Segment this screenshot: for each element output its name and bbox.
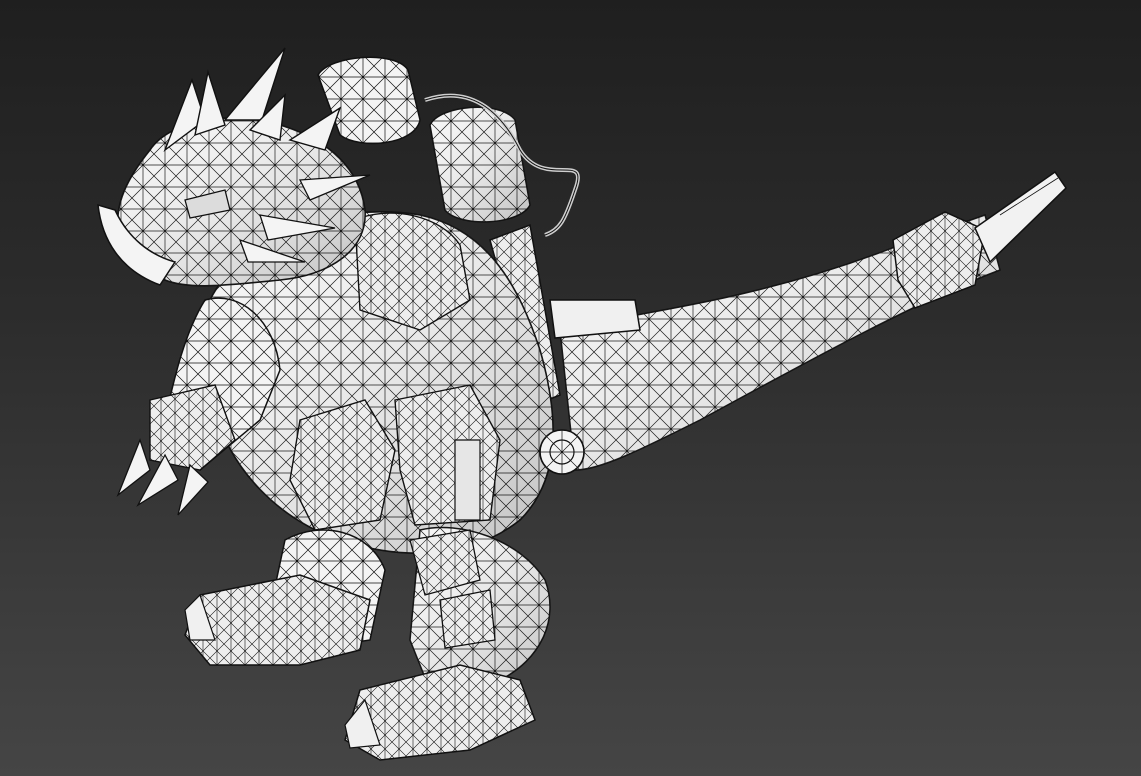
wireframe-model[interactable] <box>0 0 1141 776</box>
3d-viewport[interactable] <box>0 0 1141 776</box>
legs-mesh <box>184 526 551 761</box>
